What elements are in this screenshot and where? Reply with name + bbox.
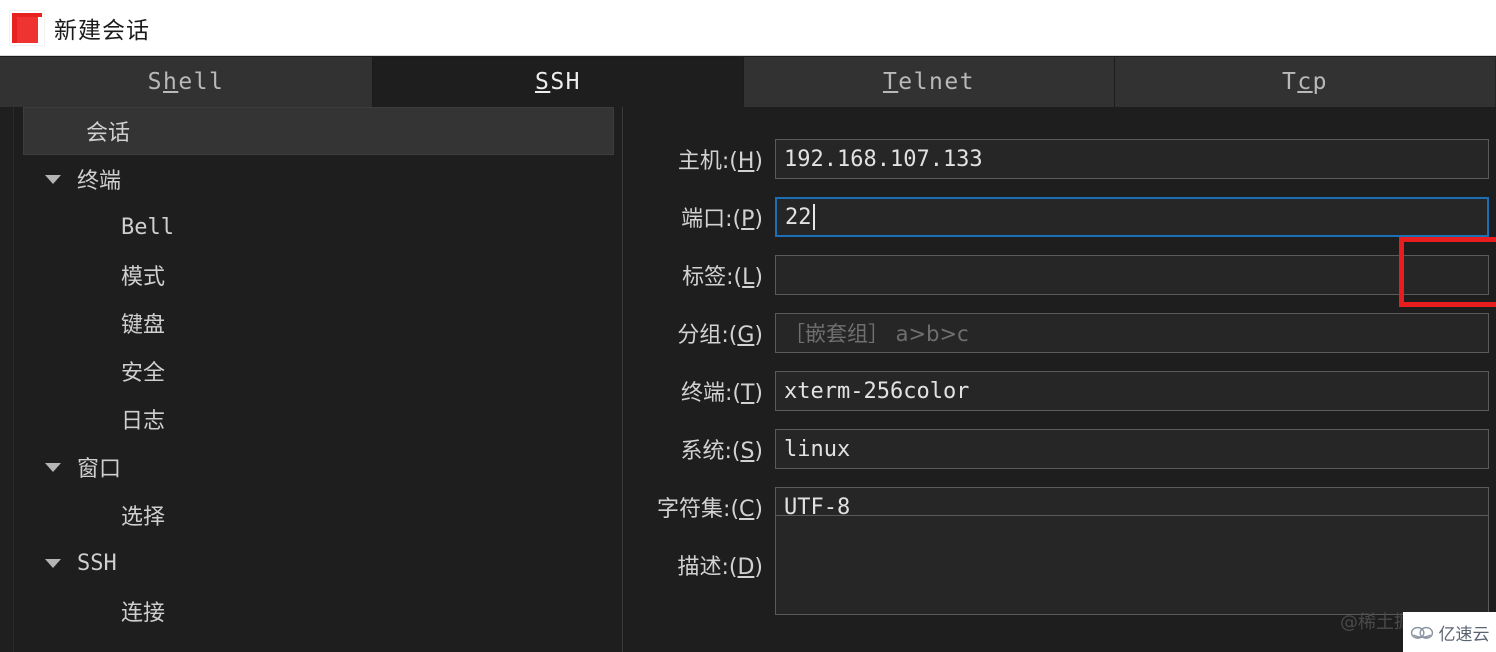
chevron-down-icon[interactable] [45, 462, 61, 472]
form-label-5: 系统:(S) [680, 439, 763, 464]
form-input-2[interactable] [775, 255, 1489, 295]
new-session-dialog: 新建会话 Shell SSH Telnet Tcp 会话终端 Bell 模式键盘安全日志窗… [0, 0, 1496, 652]
form-row-1: 端口:(P) 22 [624, 193, 1489, 241]
tab-label: SSH [534, 69, 582, 95]
tree-item-2[interactable]: Bell [15, 203, 622, 251]
tree-item-3[interactable]: 模式 [15, 251, 622, 299]
chevron-down-icon[interactable] [45, 174, 61, 184]
form-input-7[interactable] [775, 515, 1489, 615]
form-input-value: xterm-256color [784, 378, 970, 404]
form-label-6: 字符集:(C) [657, 497, 763, 522]
form-input-3[interactable]: ［嵌套组］ a>b>c [775, 313, 1489, 353]
form-label-1: 端口:(P) [681, 207, 763, 232]
form-input-4[interactable]: xterm-256color [775, 371, 1489, 411]
form-input-placeholder: ［嵌套组］ a>b>c [784, 322, 969, 346]
form-row-7: 描述:(D) [624, 515, 1489, 615]
form-input-1[interactable]: 22 [775, 197, 1489, 237]
form-row-5: 系统:(S) linux [624, 425, 1489, 473]
tree-item-9[interactable]: SSH [15, 539, 622, 587]
form-row-2: 标签:(L) [624, 251, 1489, 299]
tree-item-label: Bell [121, 214, 174, 240]
form-label-7: 描述:(D) [677, 555, 763, 580]
form-input-0[interactable]: 192.168.107.133 [775, 139, 1489, 179]
tree-item-label: SSH [77, 550, 117, 576]
tab-label: Tcp [1281, 69, 1329, 95]
tab-tcp[interactable]: Tcp [1115, 57, 1495, 107]
settings-tree[interactable]: 会话终端 Bell 模式键盘安全日志窗口选择 SSH 连接 [15, 107, 623, 652]
form-label-2: 标签:(L) [682, 265, 763, 290]
dialog-body: 会话终端 Bell 模式键盘安全日志窗口选择 SSH 连接 主机:(H) 192.168.… [0, 107, 1496, 652]
tab-ssh[interactable]: SSH [373, 57, 744, 107]
tree-item-5[interactable]: 安全 [15, 347, 622, 395]
cloud-icon [1410, 626, 1433, 639]
form-input-5[interactable]: linux [775, 429, 1489, 469]
title-bar: 新建会话 [0, 0, 1496, 56]
tree-item-1[interactable]: 终端 [15, 155, 622, 203]
tree-item-label: 终端 [77, 169, 122, 194]
chevron-down-icon[interactable] [45, 558, 61, 568]
tree-item-0[interactable]: 会话 [23, 107, 614, 155]
tree-item-label: 键盘 [121, 313, 166, 338]
tree-item-label: 窗口 [77, 457, 122, 482]
form-label-3: 分组:(G) [677, 323, 763, 348]
tree-item-label: 模式 [121, 265, 166, 290]
protocol-tab-bar: Shell SSH Telnet Tcp [0, 57, 1496, 107]
left-gutter [0, 107, 14, 652]
tab-shell[interactable]: Shell [0, 57, 373, 107]
tree-item-4[interactable]: 键盘 [15, 299, 622, 347]
text-caret [812, 204, 815, 230]
tree-item-8[interactable]: 选择 [15, 491, 622, 539]
tree-item-7[interactable]: 窗口 [15, 443, 622, 491]
tree-item-label: 连接 [121, 601, 166, 626]
tree-item-6[interactable]: 日志 [15, 395, 622, 443]
tab-label: Telnet [882, 69, 976, 95]
form-row-3: 分组:(G) ［嵌套组］ a>b>c [624, 309, 1489, 357]
form-row-4: 终端:(T) xterm-256color [624, 367, 1489, 415]
tree-item-label: 安全 [121, 361, 166, 386]
session-form-panel: 主机:(H) 192.168.107.133 端口:(P) 22 标签:(L) 分组:(G… [624, 107, 1496, 652]
form-label-0: 主机:(H) [677, 149, 763, 174]
tree-item-label: 会话 [86, 121, 131, 146]
app-logo-icon [10, 10, 44, 45]
tab-telnet[interactable]: Telnet [744, 57, 1115, 107]
window-title: 新建会话 [54, 17, 150, 44]
form-input-value: linux [784, 436, 851, 462]
tree-item-10[interactable]: 连接 [15, 587, 622, 635]
form-input-value: 192.168.107.133 [784, 146, 983, 172]
site-watermark-badge: 亿速云 [1403, 612, 1496, 652]
site-watermark-text: 亿速云 [1438, 624, 1490, 645]
form-input-value: 22 [785, 204, 812, 230]
tab-label: Shell [147, 69, 225, 95]
tree-item-label: 日志 [121, 409, 166, 434]
form-row-0: 主机:(H) 192.168.107.133 [624, 135, 1489, 183]
tree-item-label: 选择 [121, 505, 166, 530]
form-label-4: 终端:(T) [680, 381, 763, 406]
